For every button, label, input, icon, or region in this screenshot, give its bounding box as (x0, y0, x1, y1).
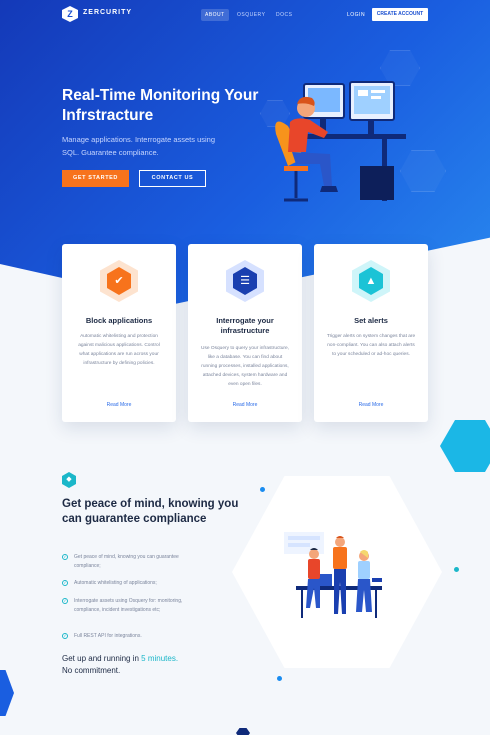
decor-dot (454, 567, 459, 572)
decor-dot (260, 487, 265, 492)
background-hex-decoration (0, 670, 14, 716)
checklist-item-text: Full REST API for integrations. (74, 633, 142, 639)
contact-us-button[interactable]: CONTACT US (139, 170, 206, 187)
check-circle-icon: ✓ (62, 580, 68, 586)
cta-accent: 5 minutes. (141, 654, 179, 663)
card-title: Set alerts (354, 316, 388, 325)
checklist-item-text: Get peace of mind, knowing you can guara… (74, 554, 179, 569)
nav-link-about[interactable]: ABOUT (201, 9, 229, 21)
compliance-title: Get peace of mind, knowing you can guara… (62, 498, 239, 525)
decor-dot (277, 676, 282, 681)
card-hex-frame: ✔ (100, 260, 138, 302)
card-hex-frame: ▲ (352, 260, 390, 302)
nav-link-docs[interactable]: DOCS (272, 9, 296, 21)
check-circle-icon: ✓ (62, 633, 68, 639)
checklist-item-text: Automatic whitelisting of applications; (74, 580, 157, 586)
read-more-link[interactable]: Read More (62, 402, 176, 408)
team-illustration (284, 532, 382, 618)
card-body: Use Osquery to query your infrastructure… (201, 346, 289, 387)
server-icon: ☰ (233, 267, 257, 295)
read-more-link[interactable]: Read More (314, 402, 428, 408)
background-hex-decoration (440, 420, 490, 472)
feature-card-interrogate-infrastructure: ☰ Interrogate your infrastructure Use Os… (188, 244, 302, 422)
hero-subtitle: Manage applications. Interrogate assets … (62, 135, 216, 157)
hero-illustration (275, 81, 406, 202)
compliance-section-icon: ◆ (62, 472, 76, 488)
check-circle-icon: ✓ (62, 554, 68, 560)
hero-title: Real-Time Monitoring Your Infrstracture (62, 87, 259, 124)
get-started-note: Get up and running in 5 minutes. No comm… (62, 653, 222, 677)
background-hex-decoration (236, 728, 250, 735)
feature-card-block-applications: ✔ Block applications Automatic whitelist… (62, 244, 176, 422)
card-body: Trigger alerts on system changes that ar… (326, 334, 416, 357)
card-hex-frame: ☰ (226, 260, 264, 302)
bell-icon: ▲ (359, 267, 383, 295)
cta-suffix: No commitment. (62, 666, 121, 675)
card-title: Block applications (85, 316, 153, 325)
checklist-item-text: Interrogate assets using Osquery for: mo… (74, 598, 183, 613)
shield-icon: ✔ (107, 267, 131, 295)
create-account-button[interactable]: CREATE ACCOUNT (372, 8, 428, 21)
login-link[interactable]: LOGIN (343, 9, 369, 21)
read-more-link[interactable]: Read More (188, 402, 302, 408)
cta-prefix: Get up and running in (62, 654, 142, 663)
brand-logo-icon[interactable]: Z (62, 6, 78, 22)
check-circle-icon: ✓ (62, 598, 68, 604)
feature-card-set-alerts: ▲ Set alerts Trigger alerts on system ch… (314, 244, 428, 422)
card-body: Automatic whitelisting and protection ag… (78, 334, 160, 366)
nav-link-osquery[interactable]: OSQUERY (233, 9, 269, 21)
top-nav: Z ZERCURITY ABOUT OSQUERY DOCS LOGIN CRE… (0, 0, 490, 30)
brand-name[interactable]: ZERCURITY (83, 9, 132, 16)
card-title: Interrogate your infrastructure (216, 316, 274, 335)
get-started-button[interactable]: GET STARTED (62, 170, 129, 187)
